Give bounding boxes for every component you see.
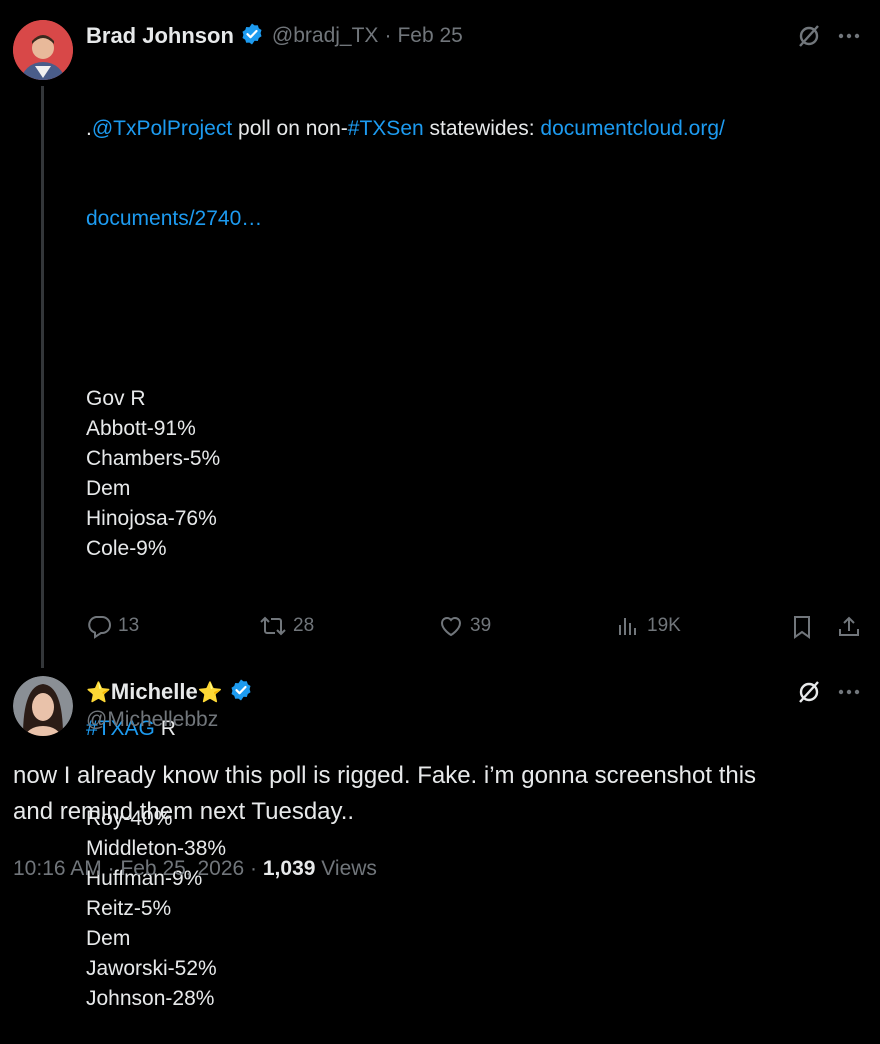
results-gov: Gov R Abbott-91% Chambers-5% Dem Hinojosa-76… xyxy=(86,384,725,564)
result-line: Chambers-5% xyxy=(86,447,221,470)
result-line: Cole-9% xyxy=(86,537,167,560)
like-count: 39 xyxy=(470,615,492,636)
like-icon xyxy=(440,617,462,637)
result-line: Hinojosa-76% xyxy=(86,507,217,530)
bookmark-icon[interactable] xyxy=(790,614,814,640)
url-link[interactable]: documentcloud.org/ xyxy=(540,117,724,140)
tweet1-header: Brad Johnson @bradj_TX · Feb 25 xyxy=(86,22,463,50)
result-line: Dem xyxy=(86,477,131,500)
author-handle[interactable]: @Michellebbz xyxy=(86,708,218,732)
verified-badge-icon xyxy=(229,678,253,707)
reply-button[interactable]: 13 xyxy=(86,613,139,639)
author-name[interactable]: Michelle xyxy=(111,679,198,705)
views-count: 1,039 xyxy=(262,857,316,880)
author-name[interactable]: Brad Johnson xyxy=(86,23,234,49)
grok-icon[interactable] xyxy=(796,679,822,705)
verified-badge-icon xyxy=(240,22,264,51)
result-line: Reitz-5% xyxy=(86,897,172,920)
mention-link[interactable]: @TxPolProject xyxy=(92,117,232,140)
tweet2-header: ⭐ Michelle ⭐ xyxy=(86,678,253,706)
result-line: Dem xyxy=(86,927,131,950)
tweet2-meta: 10:16 AM · Feb 25, 2026 · 1,039 Views xyxy=(13,857,377,880)
thread-connector-line xyxy=(41,86,44,668)
tweet1-body: .@TxPolProject poll on non-#TXSen statew… xyxy=(86,54,725,1044)
tweet2-line2: and remind them next Tuesday.. xyxy=(13,798,355,825)
result-line: Gov R xyxy=(86,387,146,410)
result-line: Jaworski-52% xyxy=(86,957,217,980)
result-line: Johnson-28% xyxy=(86,987,215,1010)
results-ag: Roy-40% Middleton-38% Huffman-9% Reitz-5% De… xyxy=(86,804,725,1014)
reply-icon xyxy=(88,616,111,639)
star-emoji-right: ⭐ xyxy=(197,681,223,704)
share-icon[interactable] xyxy=(836,614,862,640)
like-button[interactable]: 39 xyxy=(438,613,491,639)
author-handle[interactable]: @bradj_TX xyxy=(272,24,379,48)
views-label: Views xyxy=(321,857,377,880)
views-button[interactable]: 19K xyxy=(615,613,681,639)
result-line: Abbott-91% xyxy=(86,417,196,440)
avatar-brad[interactable] xyxy=(13,20,73,80)
reply-count: 13 xyxy=(118,615,140,636)
views-icon xyxy=(619,618,636,635)
more-icon[interactable] xyxy=(836,23,862,49)
repost-icon xyxy=(260,616,286,636)
tweet-date[interactable]: Feb 25 xyxy=(397,24,462,48)
separator-dot: · xyxy=(384,24,392,47)
url-link-continued[interactable]: documents/2740… xyxy=(86,204,725,234)
tweet-time[interactable]: 10:16 AM xyxy=(13,857,102,880)
repost-button[interactable]: 28 xyxy=(259,613,314,639)
avatar-michelle[interactable] xyxy=(13,676,73,736)
tweet1-line1: .@TxPolProject poll on non-#TXSen statew… xyxy=(86,117,725,140)
tweet2-body: now I already know this poll is rigged. … xyxy=(13,758,756,830)
tweet2-line1: now I already know this poll is rigged. … xyxy=(13,762,757,789)
view-count: 19K xyxy=(647,615,681,636)
hashtag-link[interactable]: #TXSen xyxy=(348,117,424,140)
grok-icon[interactable] xyxy=(796,23,822,49)
star-emoji-left: ⭐ xyxy=(86,681,111,704)
more-icon[interactable] xyxy=(836,679,862,705)
repost-count: 28 xyxy=(293,615,315,636)
tweet-date[interactable]: Feb 25, 2026 xyxy=(120,857,244,880)
